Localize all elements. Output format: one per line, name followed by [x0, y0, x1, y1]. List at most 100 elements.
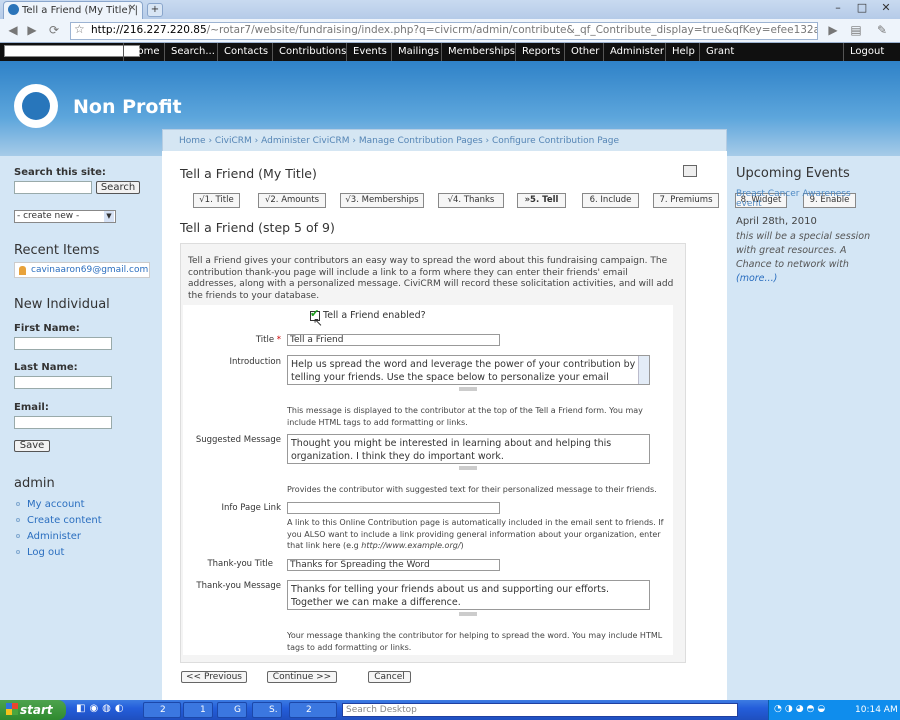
- thank-you-title-label: Thank-you Title: [207, 559, 273, 569]
- info-help-end: ): [460, 541, 464, 550]
- menu-search[interactable]: Search...: [164, 43, 221, 61]
- cursor-icon: ↖: [313, 315, 324, 329]
- menu-contacts[interactable]: Contacts: [217, 43, 274, 61]
- go-icon[interactable]: ▶: [825, 22, 841, 38]
- menu-administer[interactable]: Administer: [603, 43, 670, 61]
- menu-mailings[interactable]: Mailings: [391, 43, 445, 61]
- bullet-icon: [16, 518, 20, 522]
- reload-icon[interactable]: ⟳: [46, 22, 62, 38]
- maximize-button[interactable]: □: [852, 1, 872, 15]
- forward-icon[interactable]: ▶: [24, 22, 40, 38]
- my-account-link[interactable]: My account: [27, 499, 85, 510]
- tab-amounts[interactable]: √2. Amounts: [258, 193, 326, 208]
- resize-grip-icon[interactable]: [459, 387, 477, 391]
- previous-button[interactable]: << Previous: [181, 671, 247, 683]
- event-link[interactable]: Breast Cancer Awareness event: [736, 189, 856, 209]
- email-label: Email:: [14, 402, 49, 413]
- site-name[interactable]: Non Profit: [73, 96, 182, 118]
- create-content-link[interactable]: Create content: [27, 515, 102, 526]
- menu-contributions[interactable]: Contributions: [272, 43, 352, 61]
- event-description: this will be a special session with grea…: [736, 230, 878, 286]
- menu-help[interactable]: Help: [665, 43, 701, 61]
- recent-item-link[interactable]: cavinaaron69@gmail.com: [31, 265, 148, 275]
- tab-thanks[interactable]: √4. Thanks: [438, 193, 504, 208]
- menu-logout[interactable]: Logout: [843, 43, 890, 61]
- quick-launch-icons[interactable]: ◧◉◍◐: [76, 703, 136, 717]
- thank-you-title-input[interactable]: Thanks for Spreading the Word: [287, 559, 500, 571]
- taskbar-button-2[interactable]: 1: [183, 702, 213, 718]
- address-bar[interactable]: http://216.227.220.85/~rotar7/website/fu…: [70, 22, 818, 40]
- menu-home[interactable]: Home: [123, 43, 166, 61]
- cancel-button[interactable]: Cancel: [368, 671, 411, 683]
- info-page-link-label: Info Page Link: [221, 503, 281, 513]
- intro-text: Tell a Friend gives your contributors an…: [188, 256, 674, 301]
- info-help-example: http://www.example.org/: [361, 541, 461, 550]
- bookmark-star-icon[interactable]: ☆: [74, 22, 85, 36]
- title-label: Title *: [183, 335, 281, 345]
- menu-reports[interactable]: Reports: [515, 43, 566, 61]
- wrench-icon[interactable]: ✎: [874, 22, 890, 38]
- taskbar-button-4[interactable]: S.: [252, 702, 282, 718]
- tab-close-icon[interactable]: ✕: [128, 3, 136, 14]
- url-path: /~rotar7/website/fundraising/index.php?q…: [206, 24, 817, 36]
- suggested-message-textarea[interactable]: Thought you might be interested in learn…: [287, 434, 650, 464]
- title-input[interactable]: Tell a Friend: [287, 334, 500, 346]
- user-heading: admin: [14, 476, 55, 491]
- first-name-input[interactable]: [14, 337, 112, 350]
- bullet-icon: [16, 502, 20, 506]
- thank-you-message-label: Thank-you Message: [196, 581, 281, 591]
- minimize-button[interactable]: –: [828, 1, 848, 15]
- tray-icons[interactable]: ◔◑◕◓◒: [774, 704, 828, 714]
- drupal-logo-drop: [22, 92, 50, 120]
- close-window-button[interactable]: ✕: [876, 1, 896, 15]
- event-date: April 28th, 2010: [736, 216, 817, 227]
- chevron-down-icon: ▼: [104, 211, 114, 222]
- textarea-scrollbar[interactable]: [638, 356, 649, 384]
- page-menu-icon[interactable]: ▤: [848, 22, 864, 38]
- menu-grant[interactable]: Grant: [699, 43, 740, 61]
- continue-button[interactable]: Continue >>: [267, 671, 337, 683]
- tab-include[interactable]: 6. Include: [582, 193, 639, 208]
- url-host: http://216.227.220.85: [91, 24, 207, 36]
- taskbar-clock: 10:14 AM: [855, 705, 898, 715]
- log-out-link[interactable]: Log out: [27, 547, 64, 558]
- tab-tell[interactable]: »5. Tell: [517, 193, 566, 208]
- menu-other[interactable]: Other: [564, 43, 605, 61]
- breadcrumb[interactable]: Home › CiviCRM › Administer CiviCRM › Ma…: [162, 129, 727, 151]
- administer-link[interactable]: Administer: [27, 531, 81, 542]
- info-page-link-help: A link to this Online Contribution page …: [287, 517, 665, 552]
- info-page-link-input[interactable]: [287, 502, 500, 514]
- menu-events[interactable]: Events: [346, 43, 393, 61]
- desktop-search-input[interactable]: Search Desktop: [342, 703, 738, 717]
- search-button[interactable]: Search: [96, 181, 140, 194]
- event-more-link[interactable]: (more...): [736, 273, 777, 284]
- printer-icon[interactable]: [683, 165, 697, 177]
- upcoming-events-heading: Upcoming Events: [736, 166, 850, 181]
- save-contact-button[interactable]: Save: [14, 440, 50, 452]
- drupal-favicon-icon: [8, 4, 19, 15]
- taskbar-button-3[interactable]: G: [217, 702, 247, 718]
- resize-grip-icon[interactable]: [459, 466, 477, 470]
- info-help-text: A link to this Online Contribution page …: [287, 518, 664, 550]
- tab-memberships[interactable]: √3. Memberships: [340, 193, 424, 208]
- browser-tab[interactable]: Tell a Friend (My Title) | No...: [3, 1, 143, 19]
- admin-search-input[interactable]: [4, 45, 140, 57]
- last-name-input[interactable]: [14, 376, 112, 389]
- menu-memberships[interactable]: Memberships: [441, 43, 521, 61]
- thank-you-message-textarea[interactable]: Thanks for telling your friends about us…: [287, 580, 650, 610]
- site-search-input[interactable]: [14, 181, 92, 194]
- enabled-label: Tell a Friend enabled?: [323, 310, 426, 321]
- back-icon[interactable]: ◀: [5, 22, 21, 38]
- introduction-textarea[interactable]: Help us spread the word and leverage the…: [287, 355, 650, 385]
- email-input[interactable]: [14, 416, 112, 429]
- suggested-message-label: Suggested Message: [195, 435, 281, 445]
- create-new-select[interactable]: - create new - ▼: [14, 210, 116, 223]
- resize-grip-icon[interactable]: [459, 612, 477, 616]
- tab-premiums[interactable]: 7. Premiums: [653, 193, 719, 208]
- tab-title[interactable]: √1. Title: [193, 193, 240, 208]
- new-tab-button[interactable]: +: [147, 3, 163, 17]
- taskbar-button-browser[interactable]: 2: [143, 702, 181, 718]
- taskbar-button-folders[interactable]: 2: [289, 702, 337, 718]
- recent-item[interactable]: cavinaaron69@gmail.com: [14, 262, 150, 278]
- create-new-value: - create new -: [17, 211, 80, 221]
